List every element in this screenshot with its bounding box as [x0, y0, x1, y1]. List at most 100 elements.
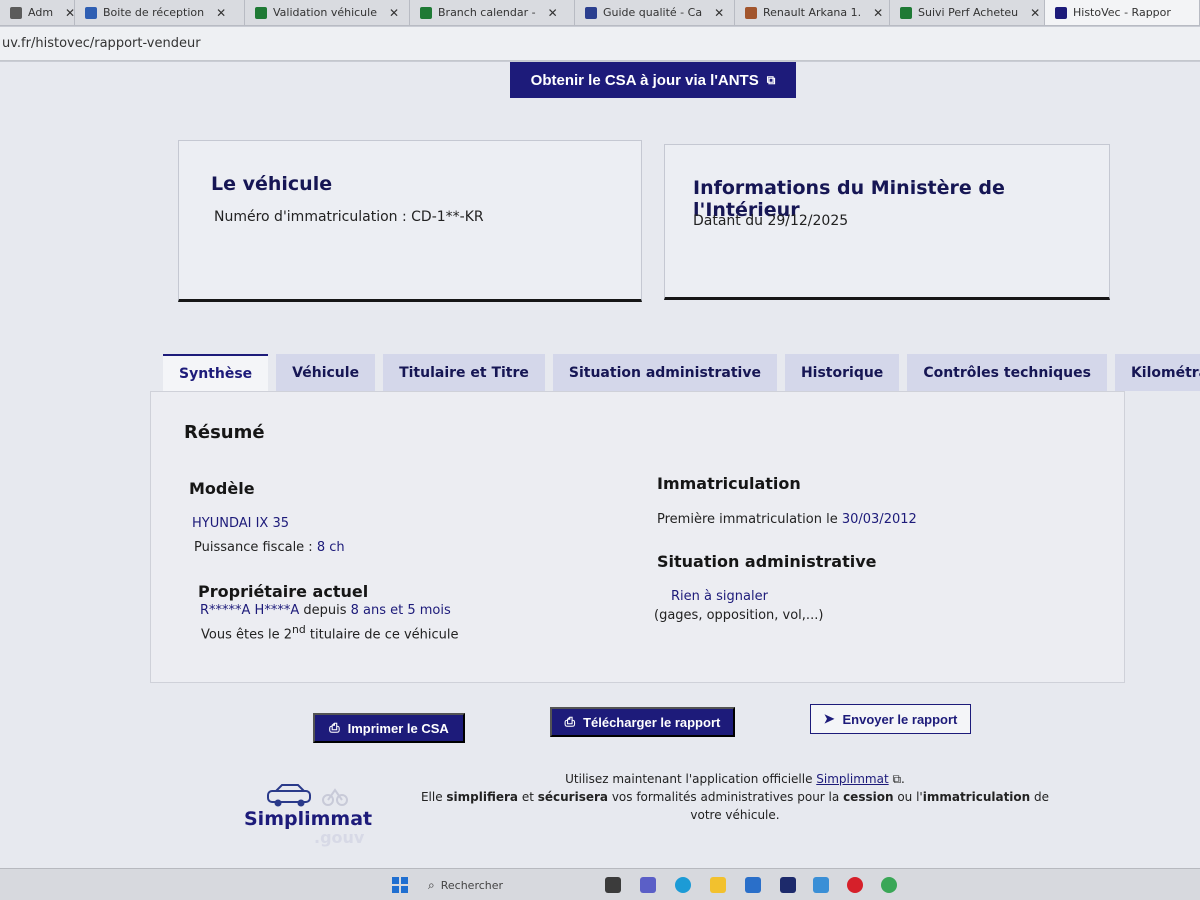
taskbar-app-chrome[interactable] [881, 877, 897, 893]
tab-controles-techniques[interactable]: Contrôles techniques [907, 354, 1107, 391]
browser-tab-2[interactable]: Boite de réception ✕ [75, 0, 245, 25]
search-icon: ⌕ [428, 877, 435, 892]
browser-tab-bar: Adm ✕ Boite de réception ✕ Validation vé… [0, 0, 1200, 26]
tab-synthese[interactable]: Synthèse [163, 354, 269, 391]
start-button[interactable] [392, 877, 408, 893]
tab-favicon-icon [85, 6, 97, 19]
close-tab-icon[interactable]: ✕ [65, 6, 74, 20]
browser-tab-label: Suivi Perf Acheteu [918, 6, 1019, 19]
footer-line-3: votre véhicule. [690, 808, 780, 822]
printer-icon: ⎙ [329, 720, 340, 735]
tab-situation-administrative[interactable]: Situation administrative [552, 354, 777, 391]
url-text[interactable]: uv.fr/histovec/rapport-vendeur [0, 36, 201, 51]
print-csa-label: Imprimer le CSA [347, 720, 449, 736]
tab-favicon-icon [1055, 6, 1067, 19]
registration-text: Numéro d'immatriculation : CD-1**-KR [214, 209, 484, 225]
vehicle-card: Le véhicule Numéro d'immatriculation : C… [178, 140, 642, 302]
browser-tab-8[interactable]: HistoVec - Rappor [1045, 0, 1200, 25]
browser-tab-4[interactable]: Branch calendar - ✕ [410, 0, 575, 25]
first-registration-label: Première immatriculation le [657, 512, 842, 527]
admin-status: Rien à signaler [671, 589, 768, 604]
tab-titulaire[interactable]: Titulaire et Titre [383, 354, 545, 391]
external-link-icon: ⧉ [766, 72, 776, 87]
registration-heading: Immatriculation [657, 474, 801, 493]
print-csa-button[interactable]: ⎙ Imprimer le CSA [313, 713, 465, 743]
taskbar-app-edge[interactable] [675, 877, 691, 893]
footer-text-bold: cession [843, 790, 894, 804]
ants-csa-button[interactable]: Obtenir le CSA à jour via l'ANTS ⧉ [510, 62, 796, 98]
owner-since-value: 8 ans et 5 mois [350, 603, 451, 618]
download-report-label: Télécharger le rapport [583, 714, 721, 730]
footer-text-part: ou l' [893, 790, 923, 804]
vehicle-card-title: Le véhicule [211, 173, 333, 195]
owner-rank-sup: nd [292, 623, 306, 636]
simplimmat-link[interactable]: Simplimmat [816, 772, 888, 786]
folder-icon [710, 877, 726, 893]
taskbar-search[interactable]: ⌕ Rechercher [428, 877, 503, 893]
car-app-icon [813, 877, 829, 893]
footer-text-part: vos formalités administratives pour la [608, 790, 844, 804]
address-bar[interactable]: uv.fr/histovec/rapport-vendeur [0, 27, 1200, 61]
close-tab-icon[interactable]: ✕ [714, 6, 724, 20]
ants-button-label: Obtenir le CSA à jour via l'ANTS [530, 71, 759, 89]
footer-text-part: et [518, 790, 538, 804]
logo-wordmark: Simplimmat [244, 808, 373, 830]
tab-kilometrage[interactable]: Kilométrage [1114, 354, 1200, 391]
teams-icon [640, 877, 656, 893]
close-tab-icon[interactable]: ✕ [548, 6, 558, 20]
footer-promo: Utilisez maintenant l'application offici… [420, 770, 1050, 824]
taskbar-app-opera[interactable] [847, 877, 863, 893]
close-tab-icon[interactable]: ✕ [216, 6, 226, 20]
model-name: HYUNDAI IX 35 [192, 516, 290, 531]
tab-favicon-icon [10, 6, 22, 19]
tab-favicon-icon [900, 6, 912, 19]
fiscal-power-value: 8 ch [316, 540, 345, 555]
tab-historique[interactable]: Historique [784, 354, 900, 391]
taskbar-app-explorer[interactable] [710, 877, 726, 893]
browser-tab-label: Branch calendar - [438, 6, 536, 19]
owner-line: R*****A H****A depuis 8 ans et 5 mois [200, 603, 451, 618]
chrome-icon [881, 877, 897, 893]
taskbar-app-store[interactable] [745, 877, 761, 893]
browser-tab-3[interactable]: Validation véhicule ✕ [245, 0, 410, 25]
browser-tab-label: Adm [28, 6, 54, 19]
store-icon [745, 877, 761, 893]
close-tab-icon[interactable]: ✕ [873, 6, 883, 20]
registration-label: Numéro d'immatriculation : [214, 209, 412, 225]
summary-title: Résumé [184, 422, 265, 443]
taskbar-app-l[interactable] [780, 877, 796, 893]
send-icon: ➤ [823, 711, 835, 726]
tab-favicon-icon [585, 6, 597, 19]
browser-tab-label: Guide qualité - Ca [603, 6, 703, 19]
browser-tab-6[interactable]: Renault Arkana 1. ✕ [735, 0, 890, 25]
taskbar-app-car[interactable] [813, 877, 829, 893]
page-content: Obtenir le CSA à jour via l'ANTS ⧉ Le vé… [0, 62, 1200, 868]
owner-rank-prefix: Vous êtes le 2 [201, 627, 292, 643]
browser-tab-1[interactable]: Adm ✕ [0, 0, 75, 25]
registration-value: CD-1**-KR [411, 209, 484, 225]
summary-panel: Résumé Modèle HYUNDAI IX 35 Puissance fi… [150, 391, 1125, 683]
close-tab-icon[interactable]: ✕ [389, 6, 399, 20]
windows-taskbar: ⌕ Rechercher [0, 868, 1200, 900]
fiscal-power-label: Puissance fiscale : [194, 540, 317, 555]
tab-vehicule[interactable]: Véhicule [276, 354, 376, 391]
owner-rank-suffix: titulaire de ce véhicule [305, 627, 459, 643]
footer-text-part: de [1030, 790, 1050, 804]
edge-icon [675, 877, 691, 893]
taskbar-app-teams[interactable] [640, 877, 656, 893]
browser-tab-5[interactable]: Guide qualité - Ca ✕ [575, 0, 735, 25]
footer-text-bold: simplifiera [446, 790, 519, 804]
send-report-button[interactable]: ➤ Envoyer le rapport [810, 704, 971, 734]
tab-favicon-icon [255, 6, 267, 19]
close-tab-icon[interactable]: ✕ [1030, 6, 1040, 20]
simplimmat-logo: Simplimmat .gouv [244, 778, 384, 848]
send-report-label: Envoyer le rapport [842, 711, 958, 727]
ministry-card: Informations du Ministère de l'Intérieur… [664, 144, 1110, 300]
fiscal-power: Puissance fiscale : 8 ch [194, 540, 345, 555]
owner-heading: Propriétaire actuel [198, 582, 369, 601]
browser-tab-label: Renault Arkana 1. [763, 6, 862, 19]
download-report-button[interactable]: ⎙ Télécharger le rapport [550, 707, 735, 737]
taskbar-app-taskview[interactable] [605, 877, 621, 893]
footer-line1-prefix: Utilisez maintenant l'application offici… [565, 772, 817, 786]
browser-tab-7[interactable]: Suivi Perf Acheteu ✕ [890, 0, 1045, 25]
